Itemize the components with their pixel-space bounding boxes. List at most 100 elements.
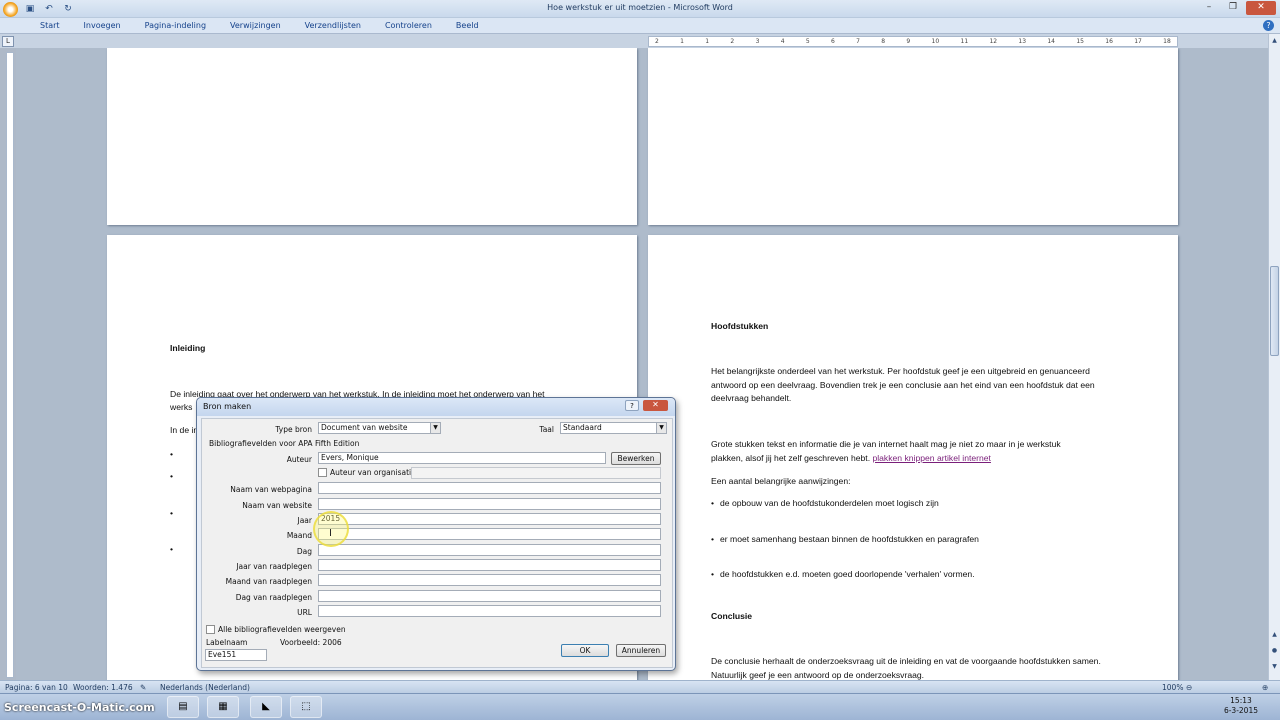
scrollbar-thumb[interactable] <box>1270 266 1279 356</box>
restore-button[interactable]: ❐ <box>1222 1 1244 15</box>
page-count[interactable]: Pagina: 6 van 10 <box>5 683 68 692</box>
help-icon[interactable]: ? <box>1263 20 1274 31</box>
ruler-mark: 2 <box>655 38 659 45</box>
ruler-mark: 8 <box>881 38 886 45</box>
paragraph: De conclusie herhaalt de onderzoeksvraag… <box>711 656 1101 680</box>
author-field[interactable]: Evers, Monique <box>318 452 606 464</box>
field-label: Naam van webpagina <box>230 485 312 494</box>
webpage-name-field[interactable] <box>318 482 661 494</box>
day-accessed-field[interactable] <box>318 590 661 602</box>
scroll-up-icon[interactable]: ▲ <box>1270 36 1279 46</box>
paragraph: In de in <box>170 425 199 435</box>
source-type-select[interactable]: Document van website ▼ <box>318 422 441 434</box>
tab-beeld[interactable]: Beeld <box>456 21 491 30</box>
list-item-text: de opbouw van de hoofdstukonderdelen moe… <box>720 498 939 508</box>
ruler-mark: 12 <box>989 38 998 45</box>
organization-author-checkbox[interactable] <box>318 468 327 477</box>
language-select[interactable]: Standaard ▼ <box>560 422 667 434</box>
heading-hoofdstukken: Hoofdstukken <box>711 321 769 331</box>
tab-verwijzingen[interactable]: Verwijzingen <box>230 21 293 30</box>
next-page-icon[interactable]: ▼ <box>1270 662 1279 672</box>
tag-name-field[interactable]: Eve151 <box>205 649 267 661</box>
watermark: Screencast-O-Matic.com <box>4 701 155 714</box>
ribbon: Start Invoegen Pagina-indeling Verwijzin… <box>0 18 1280 34</box>
language-label: Taal <box>539 425 554 434</box>
vertical-ruler[interactable] <box>6 52 14 678</box>
page[interactable]: Hoofdstukken Het belangrijkste onderdeel… <box>648 235 1178 680</box>
clock-date: 6-3-2015 <box>1223 706 1258 715</box>
dialog-title-bar[interactable]: Bron maken ? ✕ <box>197 398 675 416</box>
ruler-mark: 4 <box>780 38 785 45</box>
screen-recorder-icon[interactable]: ⬚ <box>290 696 322 718</box>
dialog-title: Bron maken <box>203 402 252 411</box>
website-name-field[interactable] <box>318 498 661 510</box>
show-all-fields-label: Alle bibliografievelden weergeven <box>218 625 346 634</box>
chevron-down-icon[interactable]: ▼ <box>656 423 666 433</box>
tab-stop-selector[interactable]: L <box>2 36 14 47</box>
year-accessed-field[interactable] <box>318 559 661 571</box>
url-field[interactable] <box>318 605 661 617</box>
zoom-in-icon[interactable]: ⊕ <box>1262 683 1268 692</box>
title-bar: ▣ ↶ ↻ Hoe werkstuk er uit moetzien - Mic… <box>0 0 1280 18</box>
month-accessed-field[interactable] <box>318 574 661 586</box>
tab-invoegen[interactable]: Invoegen <box>84 21 133 30</box>
clock-time: 15:13 <box>1230 696 1252 705</box>
list-item: • de hoofdstukken e.d. moeten goed doorlo… <box>711 568 1241 582</box>
previous-page-icon[interactable]: ▲ <box>1270 630 1279 640</box>
vertical-scrollbar[interactable]: ▲ ▲ ● ▼ <box>1268 34 1280 680</box>
zoom-out-icon[interactable]: ⊖ <box>1186 683 1192 692</box>
tab-pagina-indeling[interactable]: Pagina-indeling <box>145 21 218 30</box>
example-label: Voorbeeld: 2006 <box>280 638 342 647</box>
window-controls: – ❐ ✕ <box>1198 1 1276 15</box>
page[interactable] <box>107 48 637 225</box>
calculator-icon[interactable]: ▦ <box>207 696 239 718</box>
nvidia-icon[interactable]: ◣ <box>250 696 282 718</box>
taskbar: Screencast-O-Matic.com ▤ ▦ ◣ ⬚ 15:13 6-3… <box>0 693 1280 720</box>
comment-link[interactable]: plakken knippen artikel internet <box>872 453 990 463</box>
author-label: Auteur <box>286 455 312 464</box>
ruler-mark: 10 <box>931 38 940 45</box>
horizontal-ruler[interactable]: 2 1 1 2 3 4 5 6 7 8 9 10 11 12 13 14 15 … <box>648 36 1178 47</box>
list-item-text: de hoofdstukken e.d. moeten goed doorlop… <box>720 569 975 579</box>
ruler-mark: 7 <box>856 38 860 45</box>
organization-author-label: Auteur van organisatie <box>330 468 416 477</box>
ruler-mark: 13 <box>1018 38 1027 45</box>
paragraph: Grote stukken tekst en informatie die je… <box>711 438 1091 465</box>
tab-verzendlijsten[interactable]: Verzendlijsten <box>305 21 373 30</box>
page[interactable] <box>648 48 1178 225</box>
tab-start[interactable]: Start <box>40 21 72 30</box>
ok-button[interactable]: OK <box>561 644 609 657</box>
close-icon[interactable]: ✕ <box>643 400 668 411</box>
chevron-down-icon[interactable]: ▼ <box>430 423 440 433</box>
close-button[interactable]: ✕ <box>1246 1 1276 15</box>
language-indicator[interactable]: Nederlands (Nederland) <box>160 683 250 692</box>
ruler-mark: 14 <box>1047 38 1055 45</box>
month-field[interactable] <box>318 528 661 540</box>
day-field[interactable] <box>318 544 661 556</box>
dialog-body: Type bron Document van website ▼ Taal St… <box>201 418 673 668</box>
edit-author-button[interactable]: Bewerken <box>611 452 661 465</box>
paragraph: werks <box>170 402 193 412</box>
year-field[interactable]: 2015 <box>318 513 661 525</box>
list-item: • de opbouw van de hoofdstukonderdelen mo… <box>711 497 1241 511</box>
system-clock[interactable]: 15:13 6-3-2015 <box>1224 696 1258 716</box>
bullet-icon: • <box>711 569 715 579</box>
browse-object-icon[interactable]: ● <box>1270 646 1279 656</box>
language-value: Standaard <box>563 423 602 432</box>
window-title: Hoe werkstuk er uit moetzien - Microsoft… <box>547 3 733 12</box>
ruler-mark: 5 <box>805 38 810 45</box>
minimize-button[interactable]: – <box>1198 1 1220 15</box>
tab-controleren[interactable]: Controleren <box>385 21 444 30</box>
bullet-icon: • <box>170 471 174 481</box>
field-label: Maand <box>286 531 312 540</box>
ruler-mark: 11 <box>960 38 969 45</box>
field-label: Dag van raadplegen <box>235 593 312 602</box>
ruler-mark: 18 <box>1163 38 1171 45</box>
help-icon[interactable]: ? <box>625 400 639 411</box>
word-count[interactable]: Woorden: 1.476 <box>73 683 133 692</box>
cancel-button[interactable]: Annuleren <box>616 644 666 657</box>
powerpoint-icon[interactable]: ▤ <box>167 696 199 718</box>
spelling-icon[interactable]: ✎ <box>140 683 146 692</box>
show-all-fields-checkbox[interactable] <box>206 625 215 634</box>
zoom-level[interactable]: 100% <box>1162 683 1183 692</box>
